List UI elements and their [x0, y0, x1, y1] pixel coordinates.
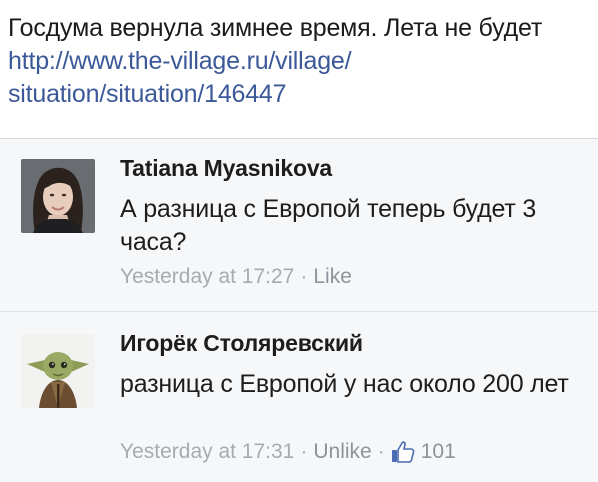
post-link-part1: http://www.the-village.ru/village/ [8, 47, 352, 75]
avatar[interactable] [21, 334, 95, 408]
like-button[interactable]: Like [313, 265, 352, 289]
yoda-avatar-icon [21, 334, 95, 408]
comment-meta: Yesterday at 17:27 · Like [120, 265, 352, 289]
avatar[interactable] [21, 159, 95, 233]
like-count[interactable]: 101 [421, 440, 456, 464]
comment-author[interactable]: Игорёк Столяревский [120, 330, 363, 357]
comment: Игорёк Столяревский разница с Европой у … [0, 312, 598, 482]
woman-portrait-avatar-icon [21, 159, 95, 233]
post-link-part2: situation/situation/146447 [8, 80, 287, 108]
post-link[interactable]: http://www.the-village.ru/village/situat… [8, 47, 593, 111]
unlike-button[interactable]: Unlike [313, 440, 371, 464]
post-message: Госдума вернула зимнее время. Лета не бу… [8, 14, 543, 42]
facebook-post-screen: Госдума вернула зимнее время. Лета не бу… [0, 0, 598, 482]
comment-text: разница с Европой у нас около 200 лет [120, 370, 569, 398]
meta-separator: · [300, 265, 308, 288]
comments-list: Tatiana Myasnikova А разница с Европой т… [0, 139, 598, 482]
comment-author[interactable]: Tatiana Myasnikova [120, 155, 332, 182]
post: Госдума вернула зимнее время. Лета не бу… [0, 0, 598, 139]
meta-separator: · [300, 440, 308, 463]
comment-timestamp[interactable]: Yesterday at 17:27 [120, 265, 294, 289]
comment-meta: Yesterday at 17:31 · Unlike · 101 [120, 440, 456, 464]
comment-text: А разница с Европой теперь будет 3 часа? [120, 195, 537, 256]
comment: Tatiana Myasnikova А разница с Европой т… [0, 139, 598, 312]
post-text: Госдума вернула зимнее время. Лета не бу… [8, 12, 593, 111]
thumbs-up-icon[interactable] [391, 440, 415, 464]
comment-timestamp[interactable]: Yesterday at 17:31 [120, 440, 294, 464]
meta-separator: · [377, 440, 385, 463]
